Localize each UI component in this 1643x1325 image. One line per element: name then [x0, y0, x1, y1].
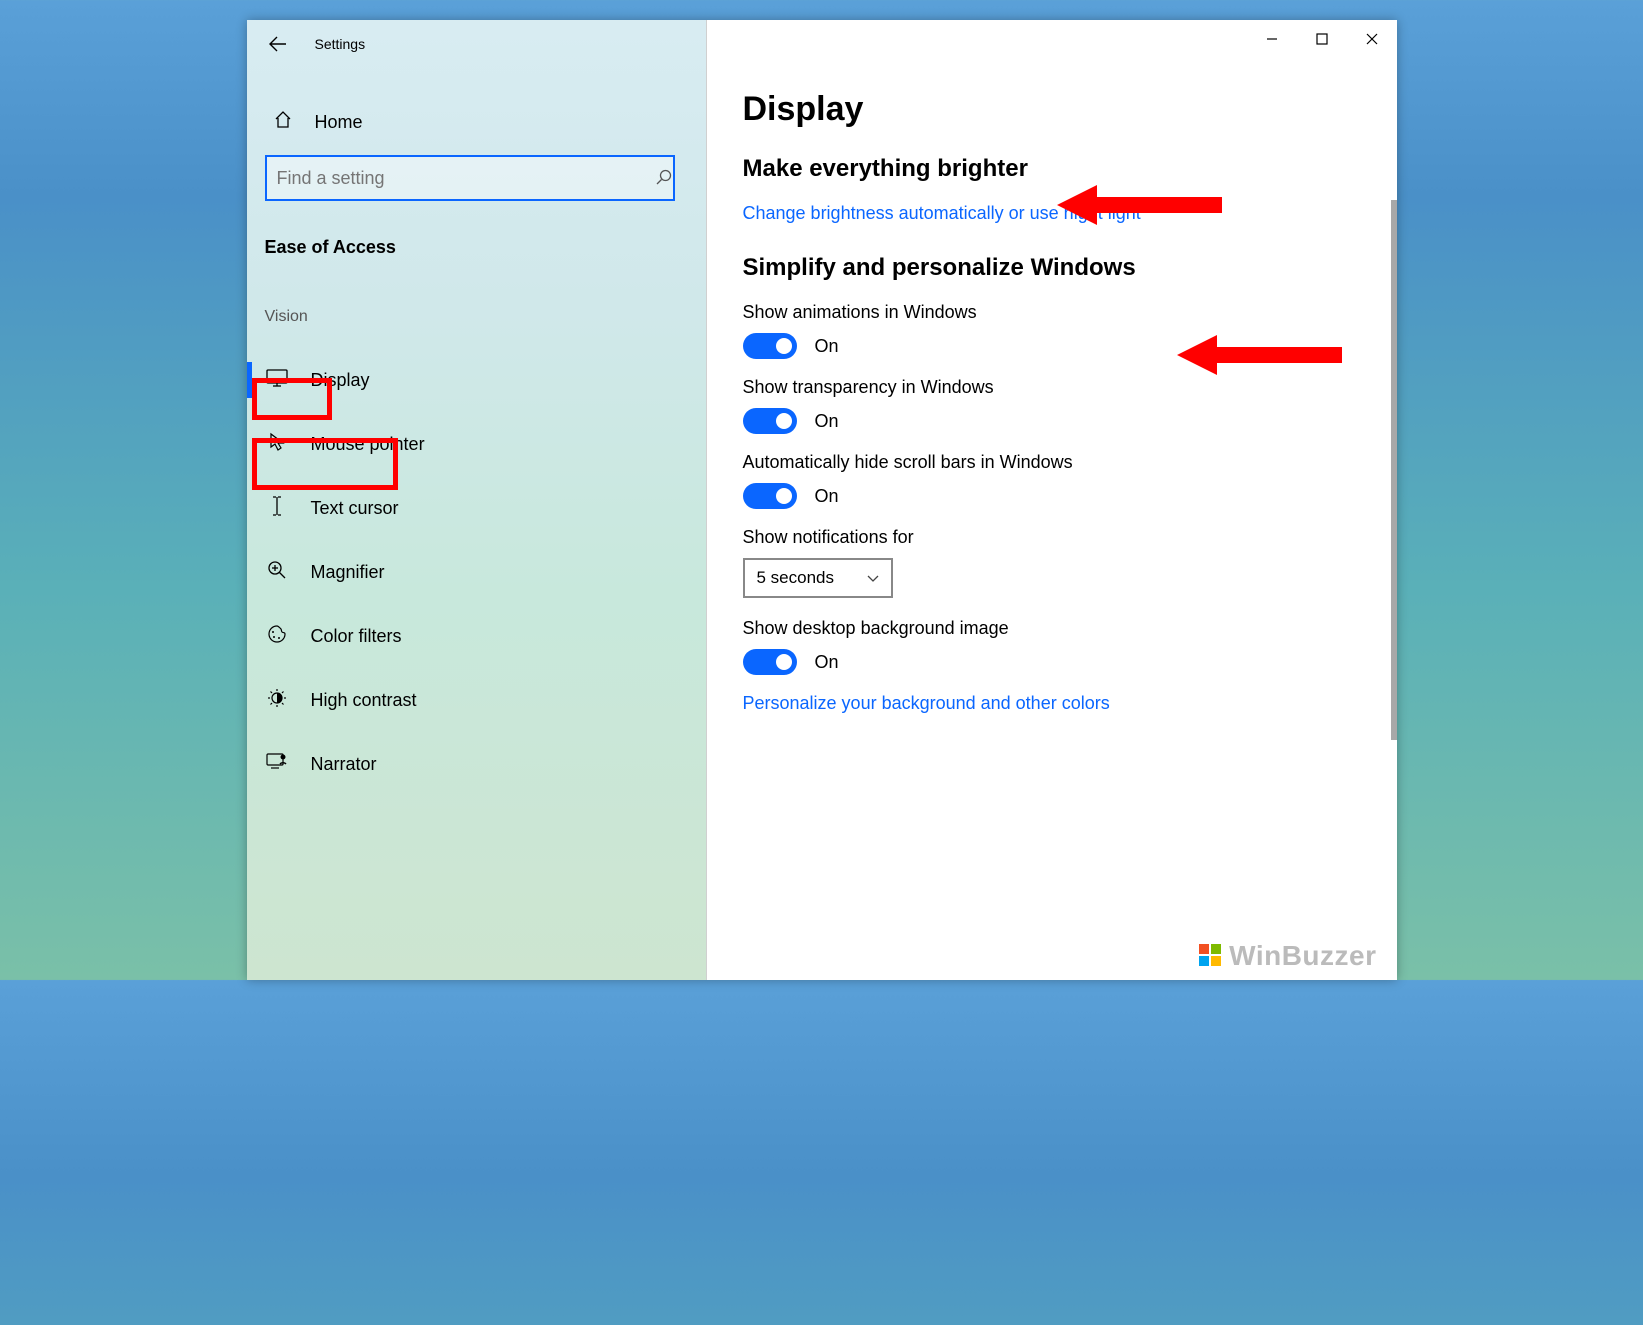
sidebar-item-label: Narrator — [311, 754, 377, 775]
section-heading-simplify: Simplify and personalize Windows — [743, 254, 1397, 282]
setting-label-animations: Show animations in Windows — [743, 302, 1397, 323]
group-title-vision: Vision — [265, 308, 706, 326]
toggle-state-animations: On — [815, 336, 839, 357]
toggle-state-scrollbars: On — [815, 486, 839, 507]
sidebar-item-label: Mouse pointer — [311, 434, 425, 455]
sidebar-item-text-cursor[interactable]: Text cursor — [247, 476, 706, 540]
section-heading-brighter: Make everything brighter — [743, 155, 1397, 183]
toggle-animations[interactable] — [743, 333, 797, 359]
setting-label-scrollbars: Automatically hide scroll bars in Window… — [743, 452, 1397, 473]
toggle-scrollbars[interactable] — [743, 483, 797, 509]
scrollbar-track — [1391, 200, 1397, 740]
sidebar-item-label: Text cursor — [311, 498, 399, 519]
category-title: Ease of Access — [265, 237, 706, 258]
mouse-pointer-icon — [265, 432, 289, 457]
search-icon — [656, 169, 672, 190]
sidebar-item-high-contrast[interactable]: High contrast — [247, 668, 706, 732]
setting-label-notifications: Show notifications for — [743, 527, 1397, 548]
sidebar-item-display[interactable]: Display — [247, 348, 706, 412]
personalize-link[interactable]: Personalize your background and other co… — [743, 693, 1397, 714]
sidebar-item-label: Magnifier — [311, 562, 385, 583]
back-button[interactable] — [261, 27, 295, 61]
sidebar: Settings Home Ease of Access Vision Disp… — [247, 20, 707, 980]
chevron-down-icon — [867, 568, 879, 588]
narrator-icon — [265, 752, 289, 777]
sidebar-item-label: High contrast — [311, 690, 417, 711]
setting-label-desktop-bg: Show desktop background image — [743, 618, 1397, 639]
window-title: Settings — [315, 36, 366, 52]
high-contrast-icon — [265, 688, 289, 713]
dropdown-notifications[interactable]: 5 seconds — [743, 558, 893, 598]
brightness-link[interactable]: Change brightness automatically or use n… — [743, 203, 1397, 224]
magnifier-icon — [265, 560, 289, 585]
search-wrap — [247, 147, 706, 209]
search-input[interactable] — [265, 155, 675, 201]
back-arrow-icon — [269, 35, 287, 53]
maximize-button[interactable] — [1297, 20, 1347, 58]
window-controls — [1247, 20, 1397, 62]
dropdown-value: 5 seconds — [757, 568, 835, 588]
display-icon — [265, 368, 289, 393]
sidebar-item-label: Display — [311, 370, 370, 391]
watermark-logo-icon — [1199, 944, 1223, 968]
palette-icon — [265, 624, 289, 649]
toggle-state-transparency: On — [815, 411, 839, 432]
sidebar-item-narrator[interactable]: Narrator — [247, 732, 706, 796]
home-nav-item[interactable]: Home — [255, 98, 706, 147]
toggle-transparency[interactable] — [743, 408, 797, 434]
titlebar: Settings — [247, 20, 706, 68]
text-cursor-icon — [265, 495, 289, 522]
scrollbar-thumb[interactable] — [1391, 200, 1397, 740]
home-label: Home — [315, 112, 363, 133]
sidebar-item-color-filters[interactable]: Color filters — [247, 604, 706, 668]
content-panel: Display Make everything brighter Change … — [707, 20, 1397, 980]
watermark-text: WinBuzzer — [1229, 940, 1376, 972]
setting-label-transparency: Show transparency in Windows — [743, 377, 1397, 398]
sidebar-item-mouse-pointer[interactable]: Mouse pointer — [247, 412, 706, 476]
home-icon — [271, 110, 295, 135]
sidebar-item-label: Color filters — [311, 626, 402, 647]
settings-window: Settings Home Ease of Access Vision Disp… — [247, 20, 1397, 980]
page-title: Display — [743, 90, 1397, 129]
close-button[interactable] — [1347, 20, 1397, 58]
watermark: WinBuzzer — [1199, 940, 1376, 972]
toggle-state-desktop-bg: On — [815, 652, 839, 673]
sidebar-item-magnifier[interactable]: Magnifier — [247, 540, 706, 604]
minimize-button[interactable] — [1247, 20, 1297, 58]
toggle-desktop-bg[interactable] — [743, 649, 797, 675]
